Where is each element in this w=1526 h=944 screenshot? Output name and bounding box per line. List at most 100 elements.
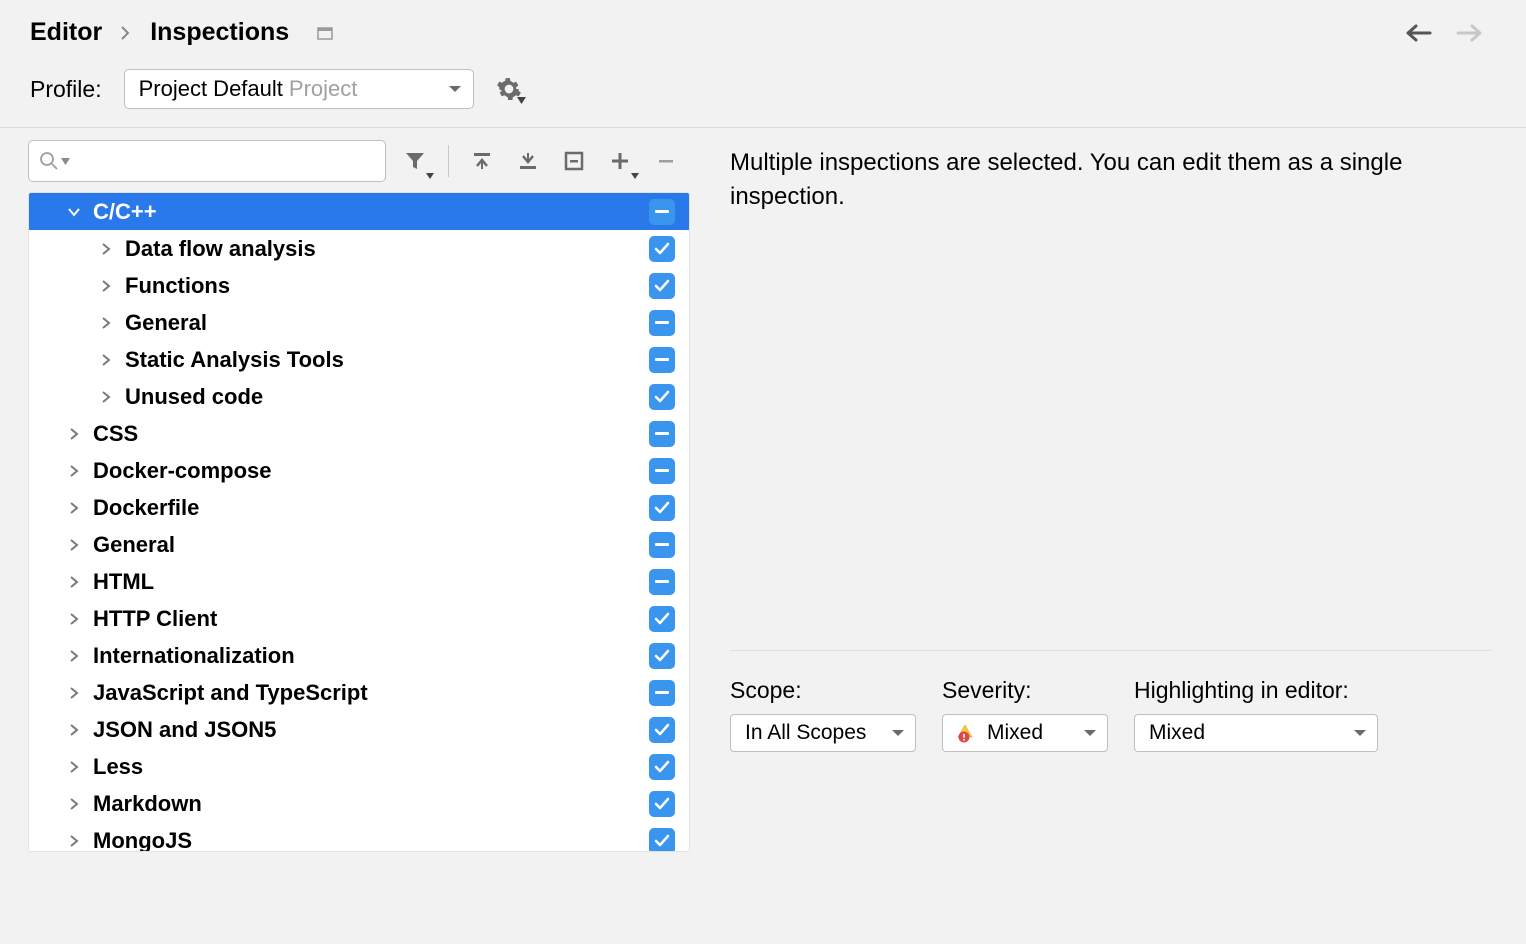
tree-item[interactable]: HTTP Client <box>29 600 689 637</box>
chevron-right-icon[interactable] <box>65 501 83 515</box>
tree-item[interactable]: C/C++ <box>29 193 689 230</box>
tree-item-label: C/C++ <box>93 199 157 225</box>
tree-item[interactable]: General <box>29 304 689 341</box>
tree-item-label: Dockerfile <box>93 495 199 521</box>
tree-item-label: General <box>125 310 207 336</box>
tree-item-label: JSON and JSON5 <box>93 717 276 743</box>
tree-item-label: HTML <box>93 569 154 595</box>
chevron-right-icon[interactable] <box>65 686 83 700</box>
tree-item[interactable]: JavaScript and TypeScript <box>29 674 689 711</box>
chevron-right-icon[interactable] <box>65 538 83 552</box>
breadcrumb: Editor Inspections <box>30 18 337 47</box>
scope-label: Scope: <box>730 677 916 704</box>
mixed-severity-icon <box>957 723 979 743</box>
tree-item-checkbox[interactable] <box>649 310 675 336</box>
tree-item-checkbox[interactable] <box>649 458 675 484</box>
tree-item-checkbox[interactable] <box>649 569 675 595</box>
tree-item-checkbox[interactable] <box>649 643 675 669</box>
tree-item[interactable]: MongoJS <box>29 822 689 852</box>
tree-item[interactable]: HTML <box>29 563 689 600</box>
detach-window-icon[interactable] <box>317 25 337 41</box>
search-field[interactable] <box>76 150 375 173</box>
tree-item[interactable]: Markdown <box>29 785 689 822</box>
tree-item-label: Markdown <box>93 791 202 817</box>
tree-item-label: HTTP Client <box>93 606 217 632</box>
breadcrumb-current: Inspections <box>150 18 289 47</box>
chevron-right-icon[interactable] <box>65 760 83 774</box>
chevron-right-icon[interactable] <box>97 242 115 256</box>
chevron-right-icon[interactable] <box>65 649 83 663</box>
tree-item-checkbox[interactable] <box>649 828 675 853</box>
add-icon[interactable] <box>603 144 637 178</box>
tree-item-label: JavaScript and TypeScript <box>93 680 368 706</box>
tree-item-checkbox[interactable] <box>649 791 675 817</box>
remove-icon[interactable] <box>649 144 683 178</box>
chevron-right-icon[interactable] <box>65 723 83 737</box>
chevron-right-icon[interactable] <box>97 279 115 293</box>
breadcrumb-parent[interactable]: Editor <box>30 18 102 47</box>
chevron-right-icon[interactable] <box>97 353 115 367</box>
tree-item[interactable]: Docker-compose <box>29 452 689 489</box>
search-input[interactable] <box>28 140 386 182</box>
severity-label: Severity: <box>942 677 1108 704</box>
tree-item-checkbox[interactable] <box>649 606 675 632</box>
chevron-right-icon[interactable] <box>97 316 115 330</box>
chevron-right-icon[interactable] <box>65 464 83 478</box>
tree-item-label: Data flow analysis <box>125 236 316 262</box>
filter-icon[interactable] <box>398 144 432 178</box>
tree-item-label: Functions <box>125 273 230 299</box>
tree-item-label: Less <box>93 754 143 780</box>
tree-item[interactable]: Static Analysis Tools <box>29 341 689 378</box>
forward-arrow-icon[interactable] <box>1454 22 1484 44</box>
chevron-right-icon[interactable] <box>65 834 83 848</box>
tree-item[interactable]: Less <box>29 748 689 785</box>
tree-item-checkbox[interactable] <box>649 717 675 743</box>
tree-item-checkbox[interactable] <box>649 421 675 447</box>
chevron-right-icon <box>120 25 132 41</box>
chevron-down-icon <box>1083 729 1097 738</box>
collapse-all-icon[interactable] <box>511 144 545 178</box>
chevron-down-icon[interactable] <box>65 207 83 217</box>
scope-select[interactable]: In All Scopes <box>730 714 916 752</box>
highlighting-select[interactable]: Mixed <box>1134 714 1378 752</box>
tree-item-checkbox[interactable] <box>649 347 675 373</box>
chevron-right-icon[interactable] <box>65 575 83 589</box>
profile-select[interactable]: Project Default Project <box>124 69 474 109</box>
tree-item[interactable]: Internationalization <box>29 637 689 674</box>
back-arrow-icon[interactable] <box>1404 22 1434 44</box>
toolbar-separator <box>448 145 449 177</box>
tree-item-checkbox[interactable] <box>649 236 675 262</box>
profile-scope-hint: Project <box>289 76 357 102</box>
profile-selected-value: Project Default <box>139 76 283 102</box>
chevron-right-icon[interactable] <box>65 797 83 811</box>
reset-icon[interactable] <box>557 144 591 178</box>
chevron-right-icon[interactable] <box>97 390 115 404</box>
inspection-tree[interactable]: C/C++ Data flow analysis Functions General S… <box>28 192 690 852</box>
gear-icon[interactable] <box>496 76 522 102</box>
expand-all-icon[interactable] <box>465 144 499 178</box>
highlighting-value: Mixed <box>1149 721 1205 745</box>
tree-item-checkbox[interactable] <box>649 495 675 521</box>
tree-item-checkbox[interactable] <box>649 199 675 225</box>
tree-item-checkbox[interactable] <box>649 680 675 706</box>
tree-item[interactable]: Data flow analysis <box>29 230 689 267</box>
tree-item[interactable]: CSS <box>29 415 689 452</box>
tree-item[interactable]: Dockerfile <box>29 489 689 526</box>
chevron-right-icon[interactable] <box>65 427 83 441</box>
tree-item-label: Static Analysis Tools <box>125 347 344 373</box>
tree-item-checkbox[interactable] <box>649 532 675 558</box>
tree-item[interactable]: Functions <box>29 267 689 304</box>
severity-select[interactable]: Mixed <box>942 714 1108 752</box>
tree-item-label: Unused code <box>125 384 263 410</box>
tree-item[interactable]: JSON and JSON5 <box>29 711 689 748</box>
highlighting-label: Highlighting in editor: <box>1134 677 1378 704</box>
chevron-right-icon[interactable] <box>65 612 83 626</box>
tree-item-checkbox[interactable] <box>649 384 675 410</box>
tree-item-label: Docker-compose <box>93 458 272 484</box>
tree-item-checkbox[interactable] <box>649 754 675 780</box>
profile-label: Profile: <box>30 76 102 103</box>
tree-item-checkbox[interactable] <box>649 273 675 299</box>
scope-value: In All Scopes <box>745 721 866 745</box>
tree-item[interactable]: General <box>29 526 689 563</box>
tree-item[interactable]: Unused code <box>29 378 689 415</box>
